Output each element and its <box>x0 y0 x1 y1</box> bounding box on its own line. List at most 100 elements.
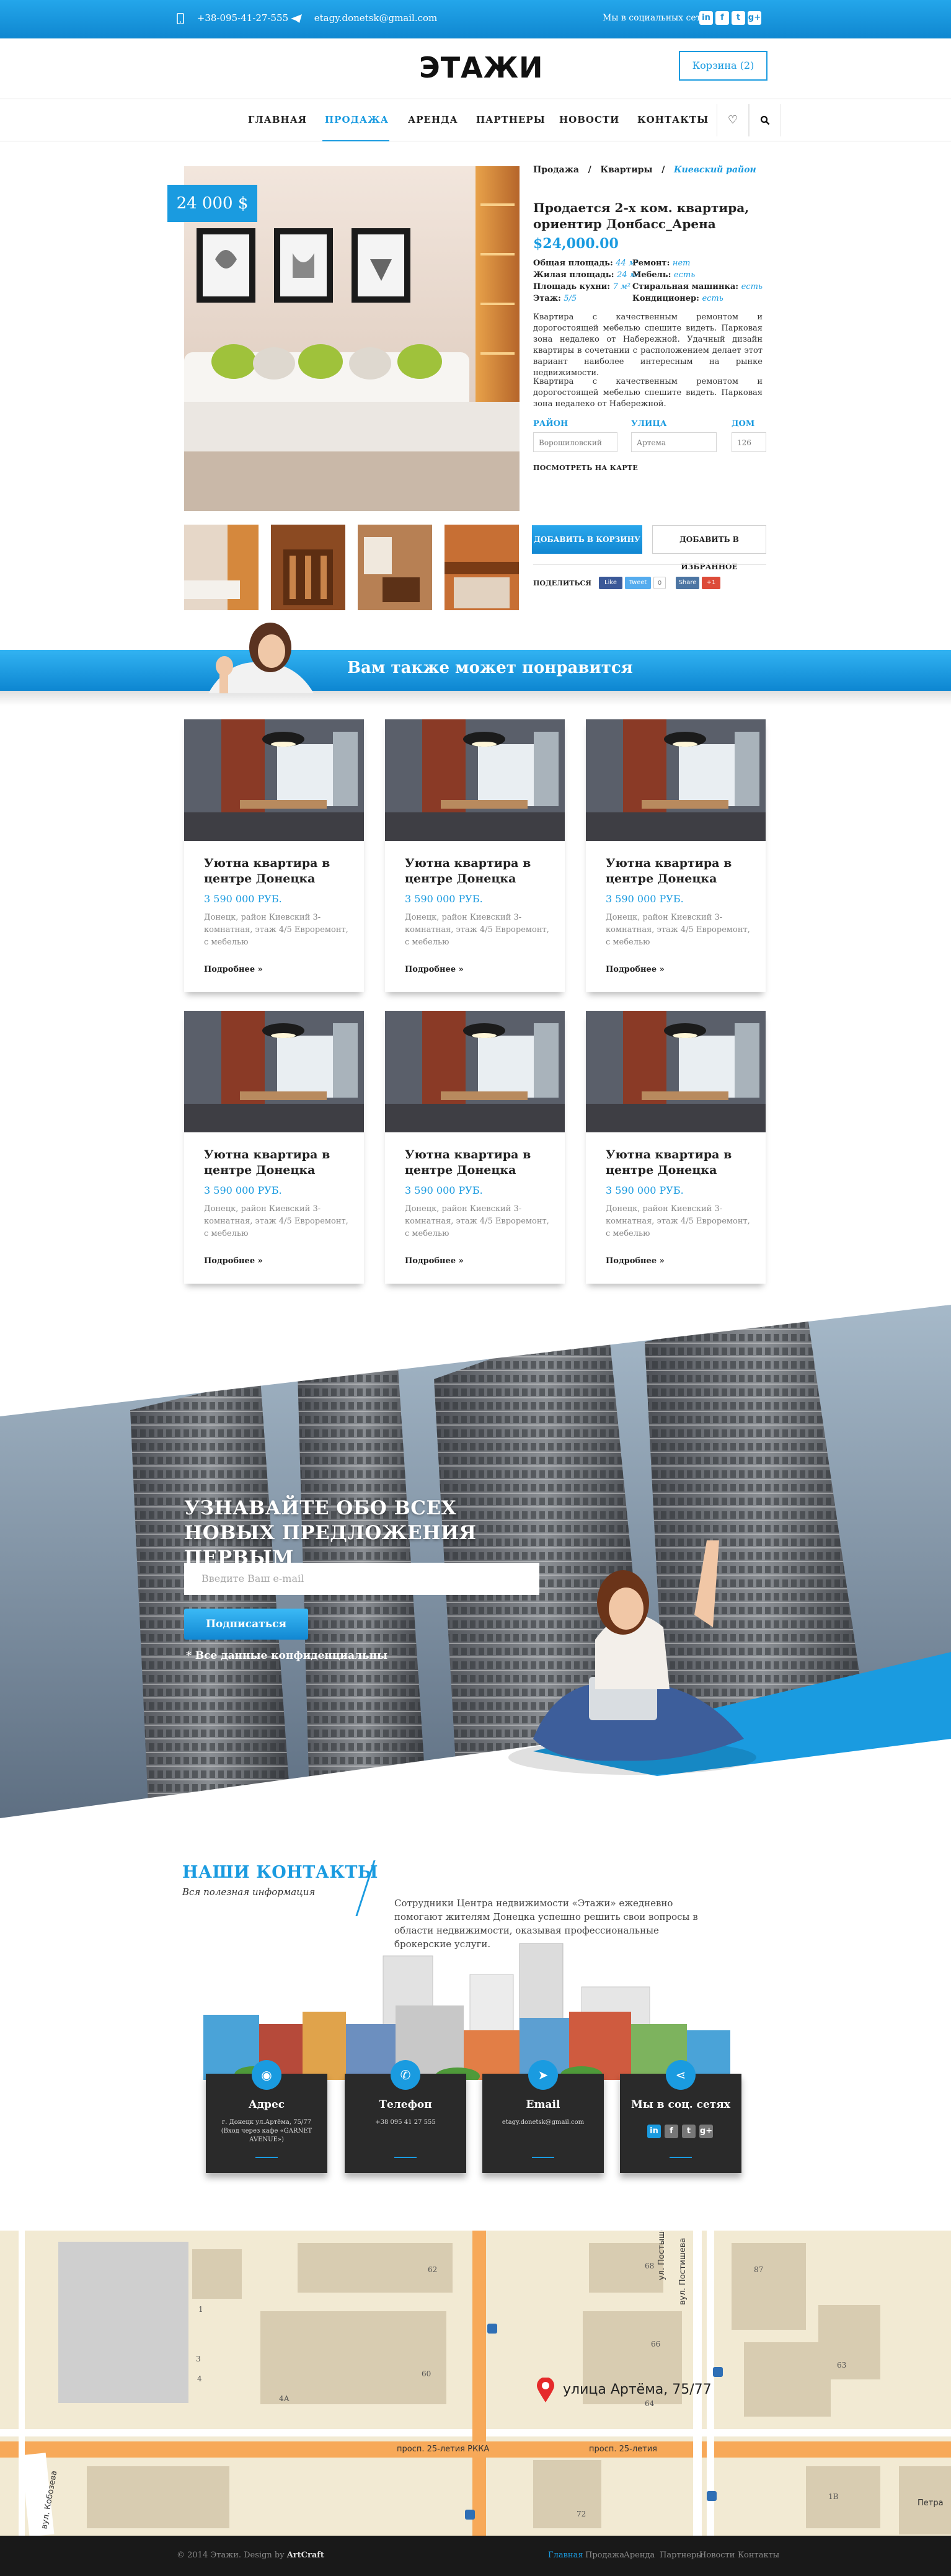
card-photo[interactable] <box>184 1011 364 1132</box>
card-photo[interactable] <box>385 1011 565 1132</box>
spec-total-area: Общая площадь: 44 м² <box>533 259 639 268</box>
map-number: 60 <box>422 2369 431 2378</box>
box-line <box>255 2157 278 2158</box>
footer-link-rent[interactable]: Аренда <box>624 2551 655 2560</box>
footer: © 2014 Этажи. Design by ArtCraft Главная… <box>0 2536 951 2576</box>
card-description: Донецк, район Киевский 3-комнатная, этаж… <box>606 1204 750 1238</box>
breadcrumb-sep: / <box>588 165 591 175</box>
map-marker-icon[interactable] <box>536 2377 555 2405</box>
card-title[interactable]: Уютна квартира в центре Донецка <box>606 1147 748 1178</box>
vk-share-button[interactable]: Share <box>676 577 699 589</box>
tweet-button[interactable]: Tweet <box>625 577 651 589</box>
contacts-subtitle: Вся полезная информация <box>182 1886 316 1898</box>
card-more-link[interactable]: Подробнее » <box>204 1256 263 1266</box>
email-contact[interactable]: etagy.donetsk@gmail.com <box>290 12 437 24</box>
spec-repair: Ремонт: нет <box>632 259 691 268</box>
street-field[interactable]: Артема <box>631 432 717 452</box>
apartment-card[interactable]: Уютна квартира в центре Донецка 3 590 000… <box>184 719 364 992</box>
nav-item-home[interactable]: ГЛАВНАЯ <box>248 114 307 125</box>
googleplus-icon[interactable]: g+ <box>748 11 761 25</box>
main-nav: ГЛАВНАЯ ПРОДАЖА АРЕНДА ПАРТНЕРЫ НОВОСТИ … <box>0 99 951 141</box>
footer-link-news[interactable]: Новости <box>699 2551 735 2560</box>
bus-stop-icon <box>713 2367 723 2377</box>
footer-link-home[interactable]: Главная <box>548 2551 583 2560</box>
card-photo[interactable] <box>385 719 565 841</box>
favorites-heart-icon[interactable]: ♡ <box>717 104 749 136</box>
card-price: 3 590 000 РУБ. <box>405 893 483 905</box>
card-description: Донецк, район Киевский 3-комнатная, этаж… <box>405 913 549 947</box>
banner-woman-image <box>190 618 338 693</box>
card-title[interactable]: Уютна квартира в центре Донецка <box>204 856 347 887</box>
card-more-link[interactable]: Подробнее » <box>606 965 665 974</box>
nav-item-contacts[interactable]: КОНТАКТЫ <box>637 114 709 125</box>
apartment-card[interactable]: Уютна квартира в центре Донецка 3 590 000… <box>586 719 766 992</box>
googleplus-icon[interactable]: g+ <box>699 2125 713 2138</box>
apartment-card[interactable]: Уютна квартира в центре Донецка 3 590 000… <box>586 1011 766 1284</box>
contact-box-social: ⋖ Мы в соц. сетях in f t g+ <box>620 2060 741 2173</box>
nav-item-partners[interactable]: ПАРТНЕРЫ <box>476 114 546 125</box>
card-more-link[interactable]: Подробнее » <box>606 1256 665 1266</box>
map-number: 64 <box>645 2399 655 2408</box>
map[interactable]: улица Артёма, 75/77 просп. 25-летия РККА… <box>0 2231 951 2536</box>
subscribe-email-input[interactable]: Введите Ваш e-mail <box>184 1563 539 1595</box>
facebook-icon[interactable]: f <box>715 11 729 25</box>
card-photo[interactable] <box>184 719 364 841</box>
thumbnail-2[interactable] <box>271 525 345 610</box>
apartment-card[interactable]: Уютна квартира в центре Донецка 3 590 000… <box>385 1011 565 1284</box>
twitter-icon[interactable]: t <box>732 11 745 25</box>
nav-item-news[interactable]: НОВОСТИ <box>559 114 619 125</box>
footer-link-partners[interactable]: Партнеры <box>660 2551 703 2560</box>
googleplus-share-button[interactable]: +1 <box>702 577 720 589</box>
thumbnail-3[interactable] <box>358 525 432 610</box>
card-more-link[interactable]: Подробнее » <box>204 965 263 974</box>
house-field[interactable]: 126 <box>732 432 766 452</box>
view-on-map-link[interactable]: ПОСМОТРЕТЬ НА КАРТЕ <box>533 464 638 472</box>
footer-author[interactable]: ArtCraft <box>287 2551 324 2560</box>
address-value: г. Донецк ул.Артёма, 75/77 (Вход через к… <box>221 2119 312 2143</box>
district-field[interactable]: Ворошиловский <box>533 432 617 452</box>
divider <box>533 564 766 565</box>
like-button[interactable]: Like <box>599 577 622 589</box>
card-title[interactable]: Уютна квартира в центре Донецка <box>405 1147 547 1178</box>
cart-label: Корзина <box>692 60 737 71</box>
map-number: 1 <box>198 2305 203 2314</box>
bus-stop-icon <box>487 2324 497 2334</box>
map-marker-label: улица Артёма, 75/77 <box>563 2382 712 2397</box>
search-icon[interactable] <box>749 104 781 136</box>
breadcrumb-sale[interactable]: Продажа <box>533 165 579 175</box>
add-to-favorites-button[interactable]: ДОБАВИТЬ В ИЗБРАННОЕ <box>652 525 766 571</box>
twitter-icon[interactable]: t <box>682 2125 696 2138</box>
apartment-card[interactable]: Уютна квартира в центре Донецка 3 590 000… <box>184 1011 364 1284</box>
recommend-title: Вам также может понравится <box>347 659 633 677</box>
breadcrumb-apartments[interactable]: Квартиры <box>600 165 652 175</box>
card-title[interactable]: Уютна квартира в центре Донецка <box>405 856 547 887</box>
card-title[interactable]: Уютна квартира в центре Донецка <box>204 1147 347 1178</box>
box-line <box>532 2157 554 2158</box>
card-more-link[interactable]: Подробнее » <box>405 1256 464 1266</box>
apartment-card[interactable]: Уютна квартира в центре Донецка 3 590 000… <box>385 719 565 992</box>
card-more-link[interactable]: Подробнее » <box>405 965 464 974</box>
add-to-cart-button[interactable]: ДОБАВИТЬ В КОРЗИНУ <box>532 525 642 554</box>
vk-icon[interactable]: in <box>647 2125 661 2138</box>
nav-item-rent[interactable]: АРЕНДА <box>408 114 458 125</box>
thumbnail-1[interactable] <box>184 525 259 610</box>
card-price: 3 590 000 РУБ. <box>204 893 282 905</box>
nav-item-sale[interactable]: ПРОДАЖА <box>325 114 389 125</box>
card-photo[interactable] <box>586 719 766 841</box>
footer-link-sale[interactable]: Продажа <box>585 2551 624 2560</box>
card-photo[interactable] <box>586 1011 766 1132</box>
nav-active-indicator <box>322 140 389 141</box>
map-number: 4А <box>279 2394 290 2403</box>
cart-button[interactable]: Корзина (2) <box>679 51 767 81</box>
phone-value[interactable]: +38 095 41 27 555 <box>353 2118 458 2127</box>
banner-shadow <box>0 691 951 706</box>
subscribe-button[interactable]: Подписаться <box>184 1609 308 1640</box>
thumbnail-4[interactable] <box>445 525 519 610</box>
logo[interactable]: ЭТАЖИ <box>419 51 544 84</box>
footer-link-contacts[interactable]: Контакты <box>738 2551 779 2560</box>
email-value[interactable]: etagy.donetsk@gmail.com <box>491 2118 595 2127</box>
phone-contact[interactable]: +38-095-41-27-555 <box>177 12 288 24</box>
vk-icon[interactable]: in <box>699 11 713 25</box>
facebook-icon[interactable]: f <box>665 2125 678 2138</box>
card-title[interactable]: Уютна квартира в центре Донецка <box>606 856 748 887</box>
